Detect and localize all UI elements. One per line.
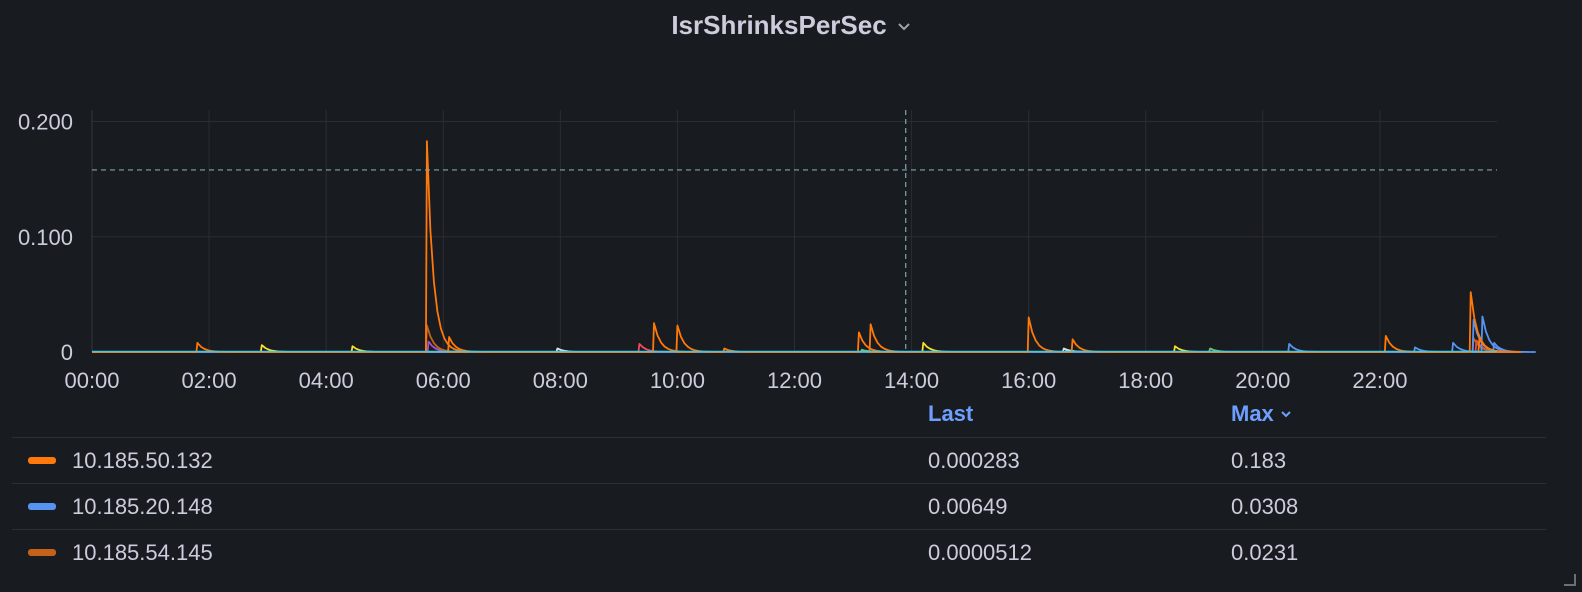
- legend-max-value: 0.0308: [1231, 494, 1299, 519]
- legend-header-last[interactable]: Last: [928, 401, 973, 427]
- legend-header-max[interactable]: Max: [1231, 401, 1292, 427]
- x-tick-label: 18:00: [1118, 368, 1173, 393]
- series-line-10-185-50-132: [92, 140, 1522, 353]
- series-line-10-185-20-148: [92, 315, 1536, 353]
- legend-row[interactable]: 10.185.54.145 0.0000512 0.0231: [12, 530, 1546, 575]
- x-tick-label: 22:00: [1352, 368, 1407, 393]
- series-color-swatch: [28, 457, 56, 464]
- legend-max-value: 0.183: [1231, 448, 1287, 473]
- legend-last-value: 0.000283: [928, 448, 1020, 473]
- panel-menu-trigger[interactable]: IsrShrinksPerSec: [671, 10, 910, 41]
- x-tick-label: 16:00: [1001, 368, 1056, 393]
- y-tick-label: 0.200: [18, 110, 73, 135]
- legend-max-value: 0.0231: [1231, 540, 1299, 565]
- x-tick-label: 02:00: [182, 368, 237, 393]
- legend-header-max-label: Max: [1231, 401, 1274, 426]
- y-tick-label: 0.100: [18, 225, 73, 250]
- legend-last-value: 0.00649: [928, 494, 1008, 519]
- x-tick-label: 04:00: [299, 368, 354, 393]
- legend-series-name: 10.185.54.145: [72, 540, 213, 565]
- series-color-swatch: [28, 503, 56, 510]
- resize-handle[interactable]: [1564, 574, 1576, 586]
- grid-lines: [91, 110, 1497, 353]
- legend-last-value: 0.0000512: [928, 540, 1032, 565]
- legend-series-name: 10.185.50.132: [72, 448, 213, 473]
- panel-title-bar: IsrShrinksPerSec: [0, 10, 1582, 41]
- legend-header-last-label: Last: [928, 401, 974, 426]
- series-lines: [92, 140, 1536, 353]
- series-color-swatch: [28, 549, 56, 556]
- x-tick-label: 08:00: [533, 368, 588, 393]
- time-series-chart[interactable]: 00:00 02:00 04:00 06:00 08:00 10:00 12:00 14:00…: [0, 0, 1582, 395]
- sort-desc-icon: [1281, 411, 1291, 418]
- legend-table: Last Max 10.185.50.132 0.000283 0.183 10…: [12, 395, 1546, 575]
- legend-series-name: 10.185.20.148: [72, 494, 213, 519]
- legend-row[interactable]: 10.185.20.148 0.00649 0.0308: [12, 484, 1546, 530]
- legend-row[interactable]: 10.185.50.132 0.000283 0.183: [12, 438, 1546, 484]
- axis-labels: 00:00 02:00 04:00 06:00 08:00 10:00 12:00 14:00…: [18, 110, 1408, 393]
- x-tick-label: 10:00: [650, 368, 705, 393]
- panel-title: IsrShrinksPerSec: [671, 10, 887, 40]
- legend-header: Last Max: [12, 395, 1546, 438]
- x-tick-label: 06:00: [416, 368, 471, 393]
- chevron-down-icon: [897, 22, 910, 30]
- y-tick-label: 0: [61, 340, 73, 365]
- x-tick-label: 20:00: [1235, 368, 1290, 393]
- series-line-10-185-54-145: [92, 324, 1516, 353]
- x-tick-label: 00:00: [64, 368, 119, 393]
- x-tick-label: 12:00: [767, 368, 822, 393]
- x-tick-label: 14:00: [884, 368, 939, 393]
